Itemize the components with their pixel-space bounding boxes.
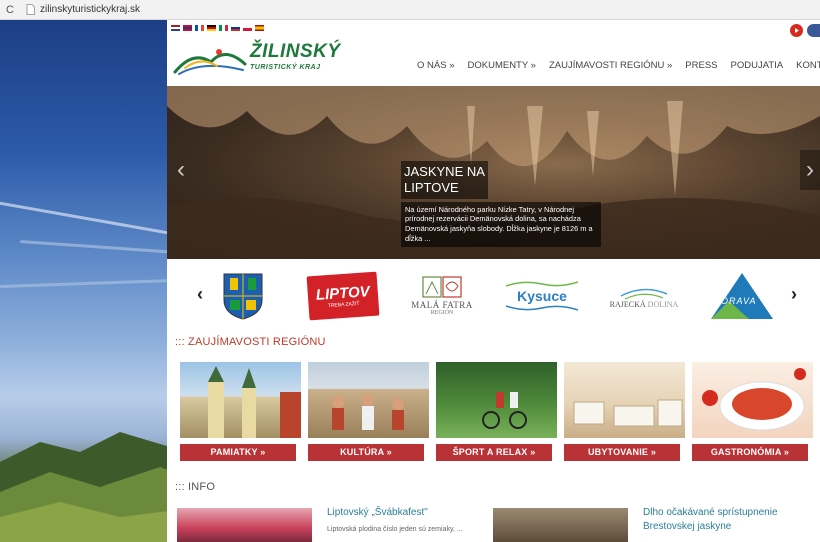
- news-title-svabkafest[interactable]: Liptovský „Švábkafest": [327, 506, 487, 520]
- slide-caption: JASKYNE NA LIPTOVE Na území Národného par…: [401, 161, 601, 248]
- tile-gastronomia-image[interactable]: [692, 362, 813, 438]
- url-text[interactable]: zilinskyturistickykraj.sk: [40, 4, 140, 15]
- slider-next-icon[interactable]: ›: [800, 150, 820, 190]
- tile-sport-button[interactable]: ŠPORT A RELAX »: [436, 444, 552, 461]
- flag-ru-icon[interactable]: [231, 25, 240, 31]
- mountain-logo-icon: [173, 49, 247, 75]
- flag-gb-icon[interactable]: [183, 25, 192, 31]
- mala-fatra-label: MALÁ FATRA: [411, 300, 473, 310]
- tile-kultura-image[interactable]: [308, 362, 429, 438]
- nav-item-press[interactable]: PRESS: [685, 60, 717, 71]
- slider-prev-icon[interactable]: ‹: [177, 156, 185, 184]
- rajecka-label: RAJECKÁ: [609, 299, 646, 309]
- mala-fatra-icon: [422, 276, 462, 298]
- slide-description: Na území Národného parku Nízke Tatry, v …: [401, 201, 601, 248]
- flag-it-icon[interactable]: [219, 25, 228, 31]
- rajecka-wave-icon: [620, 288, 668, 300]
- flag-pl-icon[interactable]: [243, 25, 252, 31]
- social-icons: [790, 24, 820, 37]
- news-image-svabkafest[interactable]: [177, 508, 312, 542]
- nav-item-o-nas[interactable]: O NÁS »: [417, 60, 455, 71]
- main-navigation: O NÁS » DOKUMENTY » ZAUJÍMAVOSTI REGIÓNU…: [417, 60, 820, 71]
- nav-item-dokumenty[interactable]: DOKUMENTY »: [468, 60, 536, 71]
- category-tiles: PAMIATKY » KULTÚRA » ŠPORT A RELAX » UBY…: [180, 362, 815, 461]
- section-title-zaujimavosti: ::: ZAUJÍMAVOSTI REGIÓNU: [175, 336, 326, 348]
- kysuce-wave-icon: [506, 281, 578, 287]
- flag-fr-icon[interactable]: [195, 25, 204, 31]
- kysuce-label: Kysuce: [517, 288, 567, 304]
- nav-item-podujatia[interactable]: PODUJATIA: [731, 60, 784, 71]
- carousel-prev-icon[interactable]: ‹: [197, 284, 203, 305]
- partner-kysuce[interactable]: Kysuce: [497, 270, 587, 322]
- tile-kultura-button[interactable]: KULTÚRA »: [308, 444, 424, 461]
- logo-title: ŽILINSKÝ: [250, 41, 341, 62]
- site-logo[interactable]: ŽILINSKÝ TURISTICKÝ KRAJ: [173, 40, 343, 76]
- tile-ubytovanie-button[interactable]: UBYTOVANIE »: [564, 444, 680, 461]
- section-title-info: ::: INFO: [175, 481, 216, 493]
- reload-icon[interactable]: C: [0, 4, 20, 16]
- nav-item-kontakty[interactable]: KONTAKTY: [796, 60, 820, 71]
- news-image-brestovska[interactable]: [493, 508, 628, 542]
- slide-title[interactable]: JASKYNE NA LIPTOVE: [401, 161, 488, 199]
- nav-item-zaujimavosti[interactable]: ZAUJÍMAVOSTI REGIÓNU »: [549, 60, 672, 71]
- tile-gastronomia-button[interactable]: GASTRONÓMIA »: [692, 444, 808, 461]
- flag-nl-icon[interactable]: [171, 25, 180, 31]
- browser-address-bar[interactable]: C zilinskyturistickykraj.sk: [0, 0, 820, 20]
- language-flags: [171, 25, 264, 31]
- news-title-brestovska[interactable]: Dlho očakávané sprístupnenie Brestovskej…: [643, 506, 813, 533]
- partner-mala-fatra[interactable]: MALÁ FATRA REGIÓN: [403, 270, 481, 322]
- liptov-logo-text: LIPTOV: [315, 282, 371, 304]
- hero-slider[interactable]: ‹ › JASKYNE NA LIPTOVE Na území Národného…: [167, 86, 820, 259]
- facebook-icon[interactable]: [807, 24, 820, 37]
- partner-zilina-coat-of-arms[interactable]: [220, 270, 265, 322]
- liptov-logo-subtext: TREBA ZAŽIŤ: [327, 300, 360, 309]
- partner-carousel: ‹ LIPTOV TREBA ZAŽIŤ MALÁ FATRA REGIÓN K…: [167, 260, 820, 330]
- tile-sport-image[interactable]: [436, 362, 557, 438]
- partner-liptov[interactable]: LIPTOV TREBA ZAŽIŤ: [306, 270, 380, 322]
- partner-orava[interactable]: ORAVA: [707, 270, 777, 322]
- tile-ubytovanie-image[interactable]: [564, 362, 685, 438]
- coat-of-arms-icon: [223, 273, 262, 320]
- partner-rajecka-dolina[interactable]: RAJECKÁ DOLINA: [599, 270, 689, 322]
- tile-pamiatky-image[interactable]: [180, 362, 301, 438]
- carousel-next-icon[interactable]: ›: [791, 284, 797, 305]
- orava-label: ORAVA: [721, 296, 757, 306]
- rajecka-label-2: DOLINA: [647, 299, 679, 309]
- news-text-svabkafest: Liptovská plodina číslo jeden sú zemiaky…: [327, 526, 463, 533]
- youtube-icon[interactable]: [790, 24, 803, 37]
- logo-subtitle: TURISTICKÝ KRAJ: [250, 64, 321, 71]
- flag-es-icon[interactable]: [255, 25, 264, 31]
- main-panel: ŽILINSKÝ TURISTICKÝ KRAJ O NÁS » DOKUMEN…: [167, 20, 820, 542]
- mala-fatra-sub: REGIÓN: [430, 310, 454, 316]
- tile-pamiatky-button[interactable]: PAMIATKY »: [180, 444, 296, 461]
- flag-de-icon[interactable]: [207, 25, 216, 31]
- page-icon: [24, 4, 36, 16]
